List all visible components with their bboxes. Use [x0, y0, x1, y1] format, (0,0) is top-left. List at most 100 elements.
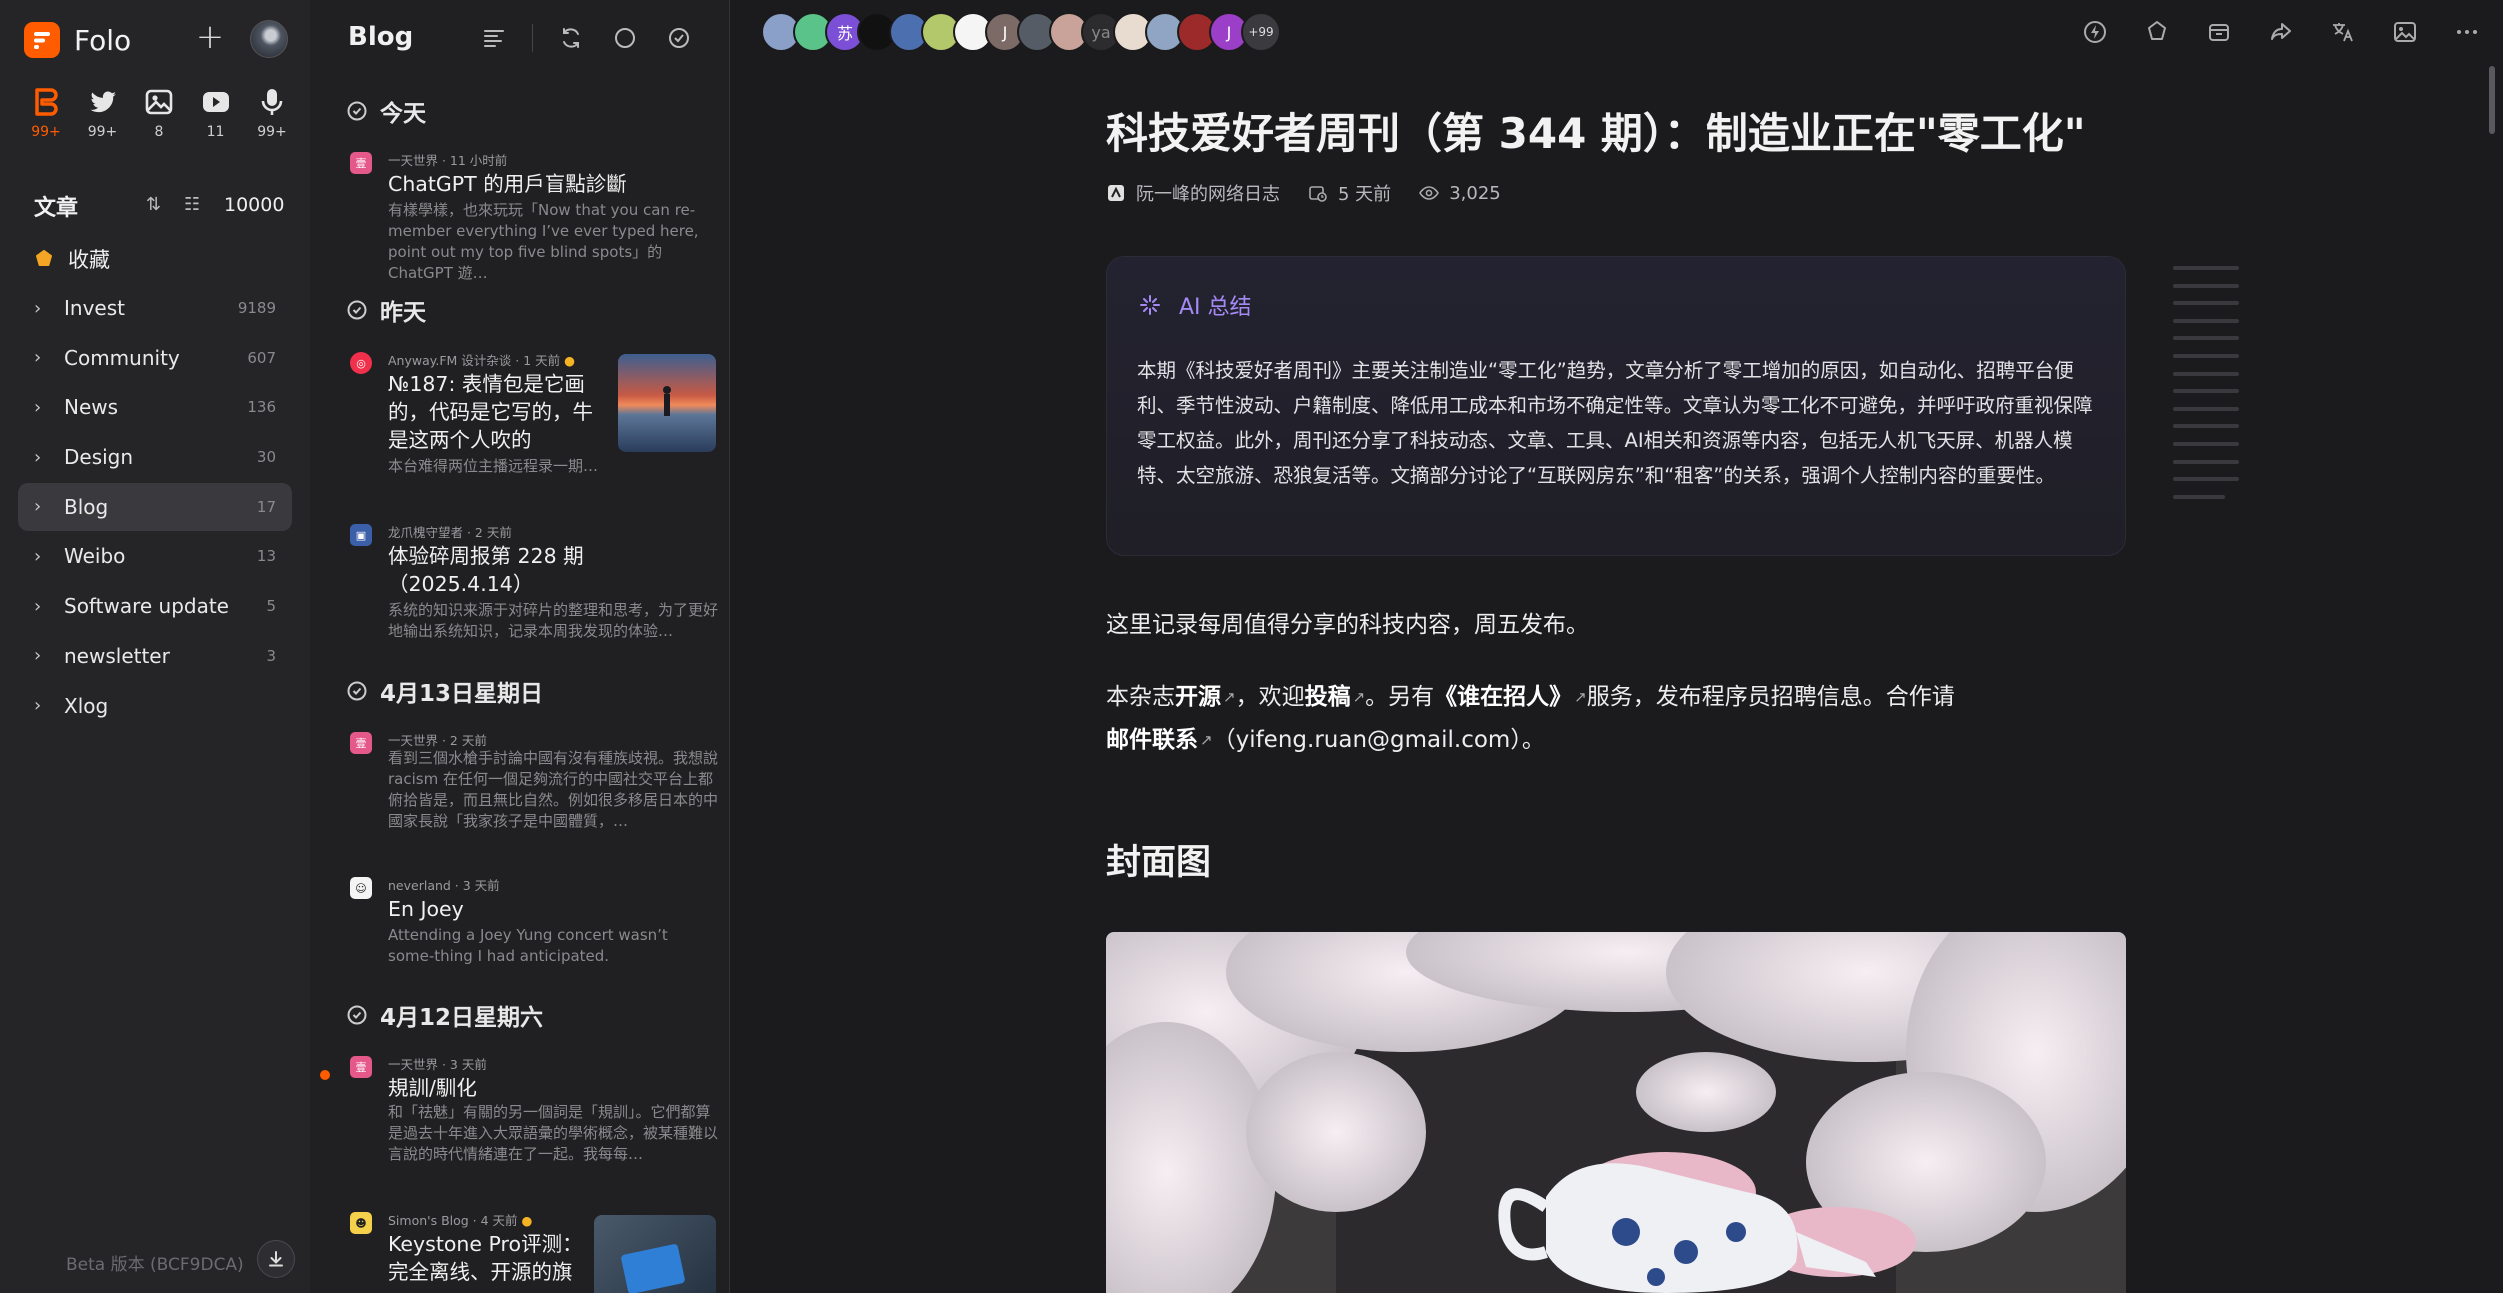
add-feed-button[interactable]: + [192, 20, 228, 56]
article-intro: 这里记录每周值得分享的科技内容，周五发布。 [1106, 612, 1589, 638]
category-item-newsletter[interactable]: › newsletter 3 [18, 632, 292, 680]
article-icon [35, 88, 58, 116]
category-item-weibo[interactable]: › Weibo 13 [18, 532, 292, 580]
app-brand[interactable]: Folo [24, 22, 131, 58]
calendar-clock-icon [1309, 186, 1327, 202]
group-label: 今天 [380, 101, 426, 127]
category-count: 9189 [237, 299, 276, 317]
feed-logo-icon [1108, 185, 1124, 201]
entry-title: 規訓/馴化 [388, 1076, 477, 1100]
article-author[interactable]: 阮一峰的网络日志 [1106, 180, 1280, 206]
category-item-blog[interactable]: › Blog 17 [18, 482, 292, 531]
entry-item[interactable]: 壹 一天世界 · 3 天前 規訓/馴化 和「祛魅」有關的另一個詞是「規訓」。它們… [340, 1054, 718, 1166]
article-views: 3,025 [1419, 183, 1501, 204]
view-count: 8 [154, 124, 164, 140]
category-label: Blog [64, 494, 109, 519]
view-tab-audio[interactable]: 99+ [250, 86, 294, 140]
show-unread-button[interactable] [609, 22, 641, 54]
reader-avatars[interactable]: 苏 J ya J +99 [761, 12, 1281, 52]
entry-item[interactable]: ☻ Simon's Blog · 4 天前 ● Keystone Pro评测：完… [340, 1210, 716, 1293]
article-time: 5 天前 [1308, 180, 1391, 206]
category-item-design[interactable]: › Design 30 [18, 433, 292, 481]
cover-illustration [1106, 932, 2126, 1293]
group-header-apr13[interactable]: 4月13日星期日 [346, 674, 543, 708]
feed-icon: 壹 [350, 732, 372, 754]
entry-item[interactable]: ◎ Anyway.FM 设计杂谈 · 1 天前 ● №187: 表情包是它画的，… [340, 350, 716, 485]
chevron-right-icon: › [34, 347, 42, 369]
entry-meta: 龙爪槐守望者 · 2 天前 [388, 525, 512, 540]
refresh-button[interactable] [555, 22, 587, 54]
unread-indicator [320, 1070, 330, 1080]
view-tab-articles[interactable]: 99+ [24, 86, 68, 140]
entry-item[interactable]: 壹 一天世界 · 11 小时前 ChatGPT 的用戶盲點診斷 有樣學樣，也來玩… [340, 150, 716, 282]
group-header-apr12[interactable]: 4月12日星期六 [346, 998, 543, 1032]
category-label: Weibo [64, 544, 126, 569]
star-button[interactable] [2141, 16, 2173, 48]
image-gallery-button[interactable] [2389, 16, 2421, 48]
feed-icon: ▣ [350, 524, 372, 546]
toc-line [2173, 336, 2239, 341]
entry-title: Keystone Pro评测：完全离线、开源的旗 [388, 1232, 583, 1284]
category-count: 3 [266, 646, 276, 665]
more-button[interactable] [2451, 16, 2483, 48]
circle-icon [615, 28, 635, 48]
time-label: 5 天前 [1338, 184, 1392, 205]
text-run: 。另有 [1365, 684, 1435, 710]
category-label: Xlog [64, 693, 109, 718]
category-count: 30 [256, 448, 276, 467]
chevron-right-icon: › [34, 396, 42, 418]
group-header-yesterday[interactable]: 昨天 [346, 293, 426, 327]
filter-button[interactable] [478, 22, 510, 54]
view-count: 99+ [87, 124, 118, 140]
entry-list: Blog 今天 壹 一天世界 · 11 小时前 ChatGPT 的用戶盲點診斷 … [310, 0, 730, 1293]
entry-list-toolbar [478, 22, 695, 54]
sort-icon[interactable]: ⇅ [146, 194, 161, 215]
text-run: 本杂志 [1106, 684, 1175, 710]
list-view-icon[interactable]: ☷ [184, 194, 200, 215]
entry-item[interactable]: 壹 一天世界 · 2 天前 看到三個水槍手討論中國有沒有種族歧視。我想說 rac… [340, 730, 718, 830]
category-item-news[interactable]: › News 136 [18, 383, 292, 431]
category-list: › Invest 9189 › Community 607 › News 136 › Desi… [18, 284, 292, 731]
feed-icon: 壹 [350, 1056, 372, 1078]
view-tab-social[interactable]: 99+ [81, 86, 125, 140]
entry-thumbnail [594, 1215, 716, 1293]
mark-all-read-button[interactable] [663, 22, 695, 54]
archive-icon [2209, 24, 2229, 41]
entry-item[interactable]: ▣ 龙爪槐守望者 · 2 天前 体验碎周报第 228 期（2025.4.14） … [340, 522, 718, 647]
ai-summary-button[interactable] [2079, 16, 2111, 48]
view-tab-videos[interactable]: 11 [194, 86, 238, 140]
more-icon [2457, 30, 2477, 34]
category-item-community[interactable]: › Community 607 [18, 334, 292, 382]
link-email-contact[interactable]: 邮件联系 [1106, 727, 1198, 753]
category-item-invest[interactable]: › Invest 9189 [18, 284, 292, 332]
group-header-today[interactable]: 今天 [346, 94, 426, 128]
ai-summary-header: AI 总结 [1137, 289, 1252, 321]
translate-button[interactable] [2327, 16, 2359, 48]
check-circle-icon [347, 101, 367, 121]
link-open-source[interactable]: 开源 [1175, 684, 1221, 710]
starred-item[interactable]: 收藏 [34, 244, 110, 274]
table-of-contents[interactable] [2173, 266, 2239, 512]
scrollbar-thumb[interactable] [2489, 66, 2495, 134]
entry-description: Attending a Joey Yung concert wasn’t som… [388, 926, 668, 965]
download-button[interactable] [257, 1240, 295, 1278]
text-run: （yifeng.ruan@gmail.com）。 [1212, 727, 1545, 753]
entry-thumbnail [618, 354, 716, 452]
link-who-is-hiring[interactable]: 《谁在招人》 [1434, 684, 1572, 710]
user-avatar[interactable] [250, 20, 288, 58]
ai-summary-text: 本期《科技爱好者周刊》主要关注制造业“零工化”趋势，文章分析了零工增加的原因，如… [1137, 359, 2093, 487]
image-icon [145, 89, 173, 115]
cover-image[interactable] [1106, 932, 2126, 1293]
archive-button[interactable] [2203, 16, 2235, 48]
entry-title: En Joey [388, 897, 464, 921]
category-count: 13 [256, 547, 276, 566]
category-item-software-update[interactable]: › Software update 5 [18, 582, 292, 630]
toc-line [2173, 283, 2239, 288]
category-item-xlog[interactable]: › Xlog [18, 682, 292, 730]
entry-meta: Anyway.FM 设计杂谈 · 1 天前 ● [388, 350, 575, 369]
view-tab-pictures[interactable]: 8 [137, 86, 181, 140]
article-title: 科技爱好者周刊（第 344 期）：制造业正在"零工化" [1106, 109, 2086, 158]
link-submit[interactable]: 投稿 [1305, 684, 1351, 710]
entry-item[interactable]: ☺ neverland · 3 天前 En Joey Attending a J… [340, 875, 716, 970]
share-button[interactable] [2265, 16, 2297, 48]
